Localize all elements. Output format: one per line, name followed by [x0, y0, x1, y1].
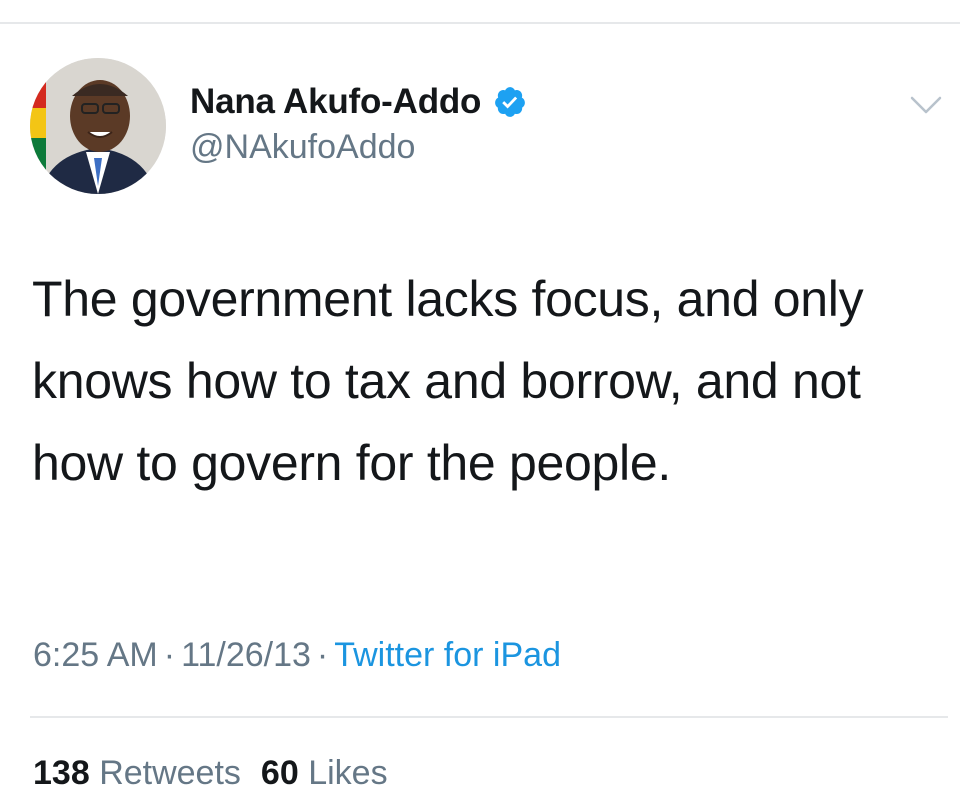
tweet-time[interactable]: 6:25 AM — [33, 636, 158, 674]
tweet-card: Nana Akufo-Addo @NAkufoAddo The governme… — [0, 0, 960, 801]
chevron-down-icon[interactable] — [906, 92, 946, 118]
tweet-source-link[interactable]: Twitter for iPad — [334, 636, 561, 674]
tweet-stats: 138 Retweets 60 Likes — [33, 754, 388, 793]
tweet-text: The government lacks focus, and only kno… — [32, 271, 864, 491]
tweet-meta: 6:25 AM · 11/26/13 · Twitter for iPad — [33, 636, 561, 675]
top-divider — [0, 22, 960, 24]
avatar-photo — [30, 58, 166, 194]
meta-separator: · — [163, 636, 176, 674]
verified-badge-icon — [493, 85, 527, 119]
stats-divider — [30, 716, 948, 718]
likes-count: 60 — [260, 754, 299, 792]
meta-separator: · — [316, 636, 329, 674]
author-display-name[interactable]: Nana Akufo-Addo — [190, 82, 481, 122]
author-handle[interactable]: @NAkufoAddo — [190, 128, 415, 167]
author-name-row[interactable]: Nana Akufo-Addo — [190, 80, 527, 124]
retweets-stat[interactable]: 138 Retweets — [33, 754, 241, 793]
tweet-date[interactable]: 11/26/13 — [181, 636, 311, 674]
retweets-label: Retweets — [99, 754, 241, 792]
retweets-count: 138 — [33, 754, 90, 792]
likes-stat[interactable]: 60 Likes — [261, 754, 388, 793]
likes-label: Likes — [308, 754, 388, 792]
avatar[interactable] — [30, 58, 166, 194]
